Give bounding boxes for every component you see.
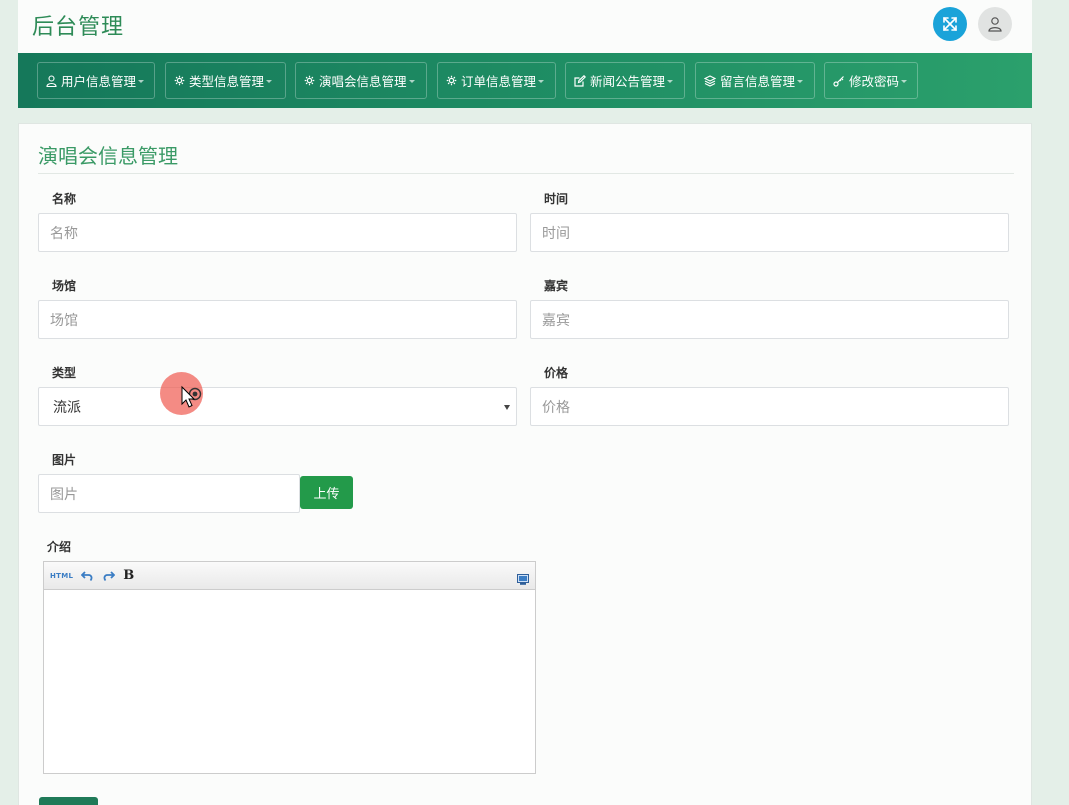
name-field[interactable]: 名称 [38, 213, 517, 252]
title-divider [38, 173, 1014, 174]
nav-user-management[interactable]: 用户信息管理 [37, 62, 155, 99]
caret-down-icon [408, 80, 415, 83]
nav-label: 订单信息管理 [461, 74, 537, 89]
fullscreen-toggle-button[interactable] [933, 7, 967, 41]
name-label: 名称 [52, 192, 77, 206]
undo-icon [81, 570, 93, 581]
venue-label: 场馆 [52, 279, 77, 293]
upload-button[interactable]: 上传 [300, 476, 353, 509]
type-select-value: 流派 [53, 399, 81, 416]
user-icon [988, 17, 1002, 32]
type-label: 类型 [52, 366, 77, 380]
undo-button[interactable] [81, 570, 94, 582]
gear-icon [304, 75, 315, 86]
chevron-down-icon [504, 405, 510, 410]
caret-down-icon [138, 80, 145, 83]
nav-label: 类型信息管理 [189, 74, 265, 89]
editor-content-area[interactable] [44, 590, 535, 773]
type-select[interactable]: 流派 [38, 387, 517, 426]
venue-field[interactable]: 场馆 [38, 300, 517, 339]
nav-label: 演唱会信息管理 [319, 74, 407, 89]
caret-down-icon [266, 80, 273, 83]
caret-down-icon [667, 80, 674, 83]
gear-icon [446, 75, 457, 86]
key-icon [833, 75, 844, 87]
gear-icon [174, 75, 185, 86]
redo-icon [103, 570, 116, 581]
price-field[interactable]: 价格 [530, 387, 1009, 426]
caret-down-icon [538, 80, 545, 83]
user-icon [46, 74, 57, 87]
rich-text-editor: HTML B [43, 561, 536, 774]
guest-label: 嘉宾 [544, 279, 569, 293]
image-label: 图片 [52, 453, 77, 467]
image-field[interactable]: 图片 [38, 474, 300, 513]
main-nav: 用户信息管理 类型信息管理 演唱会信息管理 订单信息管理 新闻公告管理 留言信息… [18, 53, 1032, 108]
layers-icon [704, 74, 716, 87]
user-menu-button[interactable] [978, 7, 1012, 41]
nav-type-management[interactable]: 类型信息管理 [165, 62, 286, 99]
nav-label: 修改密码 [849, 74, 900, 89]
nav-change-password[interactable]: 修改密码 [824, 62, 918, 99]
mouse-cursor-icon [181, 385, 202, 408]
redo-button[interactable] [102, 570, 116, 582]
submit-button[interactable] [39, 797, 98, 805]
html-source-button[interactable]: HTML [50, 572, 73, 580]
form-panel: 演唱会信息管理 名称 名称 时间 时间 场馆 场馆 嘉宾 嘉宾 类型 流派 价格… [18, 123, 1032, 805]
nav-news-management[interactable]: 新闻公告管理 [565, 62, 685, 99]
nav-label: 留言信息管理 [720, 74, 796, 89]
time-label: 时间 [544, 192, 569, 206]
fullscreen-button[interactable] [517, 570, 529, 589]
top-header: 后台管理 [18, 0, 1032, 53]
time-field[interactable]: 时间 [530, 213, 1009, 252]
nav-label: 用户信息管理 [61, 74, 137, 89]
page-title: 演唱会信息管理 [38, 144, 178, 168]
nav-label: 新闻公告管理 [590, 74, 666, 89]
expand-icon [943, 17, 957, 31]
bold-button[interactable]: B [123, 568, 134, 583]
nav-concert-management[interactable]: 演唱会信息管理 [295, 62, 427, 99]
edit-icon [574, 74, 586, 87]
caret-down-icon [901, 80, 908, 83]
nav-order-management[interactable]: 订单信息管理 [437, 62, 556, 99]
fullscreen-icon [517, 574, 529, 585]
nav-message-management[interactable]: 留言信息管理 [695, 62, 815, 99]
app-title: 后台管理 [32, 15, 125, 40]
editor-toolbar: HTML B [44, 562, 535, 590]
price-label: 价格 [544, 366, 569, 380]
guest-field[interactable]: 嘉宾 [530, 300, 1009, 339]
caret-down-icon [797, 80, 804, 83]
intro-label: 介绍 [47, 540, 72, 554]
